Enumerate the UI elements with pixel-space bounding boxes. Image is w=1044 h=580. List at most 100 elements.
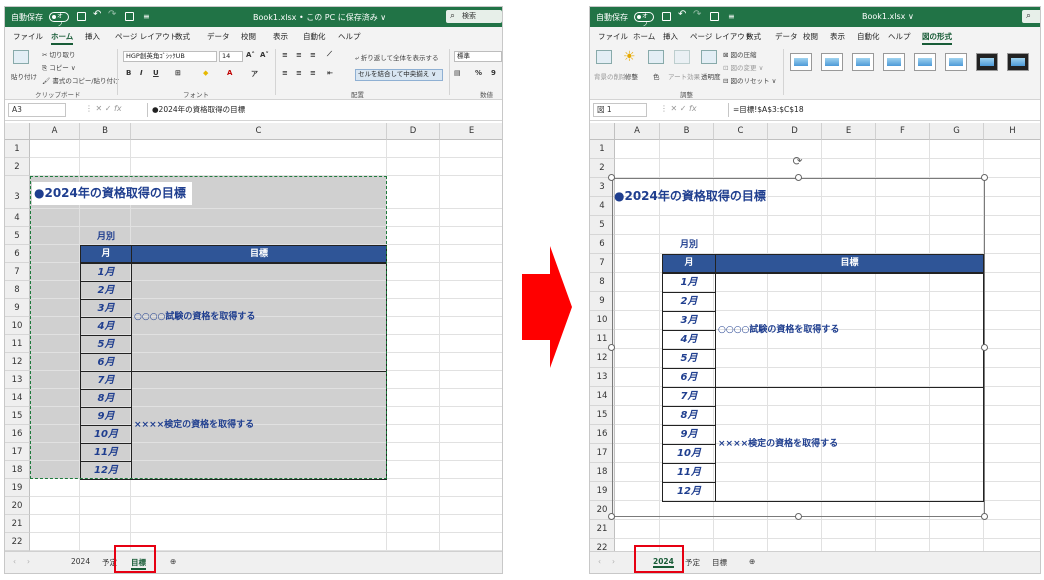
cut-button[interactable]: ✂ 切り取り	[42, 49, 76, 59]
artistic-effects-button[interactable]: アート効果	[668, 71, 700, 81]
customize-qat-icon[interactable]: ≡	[143, 12, 150, 21]
column-header[interactable]: B	[660, 123, 714, 140]
currency-icon[interactable]: ▤	[454, 69, 461, 77]
save-icon[interactable]	[77, 12, 86, 21]
redo-icon[interactable]: ↷	[108, 9, 116, 20]
menu-item[interactable]: ページ レイアウト	[115, 31, 177, 42]
resize-handle[interactable]	[981, 513, 988, 520]
column-header[interactable]: D	[387, 123, 440, 140]
menu-item[interactable]: ヘルプ	[888, 31, 911, 42]
align-right-icon[interactable]: ≡	[310, 69, 316, 77]
picture-style-8[interactable]	[1007, 53, 1029, 71]
resize-handle[interactable]	[794, 174, 802, 181]
row-header[interactable]: 1	[5, 140, 30, 158]
menu-item[interactable]: ファイル	[598, 31, 628, 42]
resize-handle[interactable]	[981, 174, 988, 181]
file-name[interactable]: Book1.xlsx ∨	[862, 12, 914, 21]
search-box[interactable]	[1022, 10, 1040, 23]
menu-item[interactable]: ファイル	[13, 31, 43, 42]
picture-style-3[interactable]	[852, 53, 874, 71]
row-header[interactable]: 22	[5, 533, 30, 551]
column-header[interactable]: H	[984, 123, 1040, 140]
camera-icon[interactable]	[710, 12, 719, 21]
number-format-select[interactable]: 標準	[454, 51, 502, 62]
corrections-icon[interactable]: ☀	[623, 49, 636, 65]
menu-item[interactable]: 自動化	[857, 31, 880, 42]
redo-icon[interactable]: ↷	[693, 9, 701, 20]
prev-sheet-icon[interactable]: ‹	[13, 557, 16, 566]
row-header[interactable]: 7	[5, 263, 30, 281]
picture-style-1[interactable]	[790, 53, 812, 71]
underline-button[interactable]: U	[153, 69, 159, 77]
row-header[interactable]: 21	[5, 515, 30, 533]
align-middle-icon[interactable]: ≡	[296, 51, 302, 59]
paste-icon[interactable]	[13, 50, 29, 64]
row-header[interactable]: 15	[5, 407, 30, 425]
row-header[interactable]: 12	[5, 353, 30, 371]
align-bottom-icon[interactable]: ≡	[310, 51, 316, 59]
file-name[interactable]: Book1.xlsx • この PC に保存済み ∨	[253, 12, 386, 23]
picture-style-2[interactable]	[821, 53, 843, 71]
remove-background-button[interactable]: 背景の削除	[594, 71, 627, 81]
row-header[interactable]: 20	[5, 497, 30, 515]
sheet-tab[interactable]: 予定	[685, 557, 700, 568]
row-header[interactable]: 11	[5, 335, 30, 353]
row-header[interactable]: 5	[5, 227, 30, 245]
menu-item[interactable]: ページ レイアウト	[690, 31, 752, 42]
rotate-handle-icon[interactable]: ⟳	[793, 154, 803, 168]
next-sheet-icon[interactable]: ›	[612, 557, 615, 566]
menu-item[interactable]: 図の形式	[922, 31, 952, 45]
transparency-button[interactable]: 透明度	[701, 71, 721, 81]
formula-input[interactable]: ●2024年の資格取得の目標	[147, 103, 499, 117]
row-header[interactable]: 18	[5, 461, 30, 479]
menu-item[interactable]: 校閲	[241, 31, 256, 42]
column-header[interactable]: A	[615, 123, 660, 140]
wrap-text-button[interactable]: ⤶ 折り返して全体を表示する	[355, 52, 439, 63]
merge-center-button[interactable]: セルを結合して中央揃え ∨	[355, 69, 443, 81]
row-header[interactable]: 1	[590, 140, 615, 159]
column-header[interactable]: C	[131, 123, 387, 140]
row-header[interactable]: 4	[5, 209, 30, 227]
menu-item[interactable]: 挿入	[663, 31, 678, 42]
menu-item[interactable]: 数式	[746, 31, 761, 42]
row-header[interactable]: 21	[590, 520, 615, 539]
camera-icon[interactable]	[125, 12, 134, 21]
search-box[interactable]: 検索	[446, 10, 502, 23]
menu-item[interactable]: 挿入	[85, 31, 100, 42]
picture-style-5[interactable]	[914, 53, 936, 71]
sheet-tab[interactable]: 目標	[712, 557, 727, 568]
row-header[interactable]: 2	[5, 158, 30, 176]
resize-handle[interactable]	[981, 343, 988, 351]
align-left-icon[interactable]: ≡	[282, 69, 288, 77]
picture-style-7[interactable]	[976, 53, 998, 71]
row-header[interactable]: 8	[5, 281, 30, 299]
sheet-tab[interactable]: 2024	[71, 557, 90, 566]
column-header[interactable]: F	[876, 123, 930, 140]
orientation-icon[interactable]: ⟋	[327, 50, 332, 59]
change-picture-button[interactable]: ⊡ 図の変更 ∨	[723, 62, 763, 72]
column-header[interactable]: G	[930, 123, 984, 140]
remove-background-icon[interactable]	[596, 50, 612, 64]
select-all-corner[interactable]	[590, 123, 615, 140]
format-painter-button[interactable]: 🖌 書式のコピー/貼り付け	[42, 75, 120, 85]
menu-item[interactable]: 自動化	[303, 31, 326, 42]
worksheet-grid[interactable]: A B C D E 1 2 3 4 5 6 7 8 9 10 11 12 13 14 15 16 17 18 19 20 21 22…	[5, 123, 502, 553]
menu-item[interactable]: 表示	[830, 31, 845, 42]
shrink-font-button[interactable]: A˅	[260, 51, 269, 59]
percent-button[interactable]: %	[475, 69, 482, 77]
resize-handle[interactable]	[794, 513, 802, 520]
autosave-toggle[interactable]: オフ	[49, 12, 69, 28]
row-header[interactable]: 16	[5, 425, 30, 443]
reset-picture-button[interactable]: ⊟ 図のリセット ∨	[723, 75, 776, 85]
add-sheet-icon[interactable]: ⊕	[170, 557, 176, 566]
phonetic-icon[interactable]: ア	[251, 69, 258, 79]
row-header[interactable]: 10	[5, 317, 30, 335]
font-name-select[interactable]: HGP創英角ｺﾞｼｯｸUB	[123, 51, 217, 62]
corrections-button[interactable]: 修整	[625, 71, 638, 81]
linked-picture[interactable]	[612, 178, 985, 517]
save-icon[interactable]	[662, 12, 671, 21]
menu-item[interactable]: 表示	[273, 31, 288, 42]
prev-sheet-icon[interactable]: ‹	[598, 557, 601, 566]
row-header[interactable]: 19	[5, 479, 30, 497]
resize-handle[interactable]	[608, 343, 615, 351]
